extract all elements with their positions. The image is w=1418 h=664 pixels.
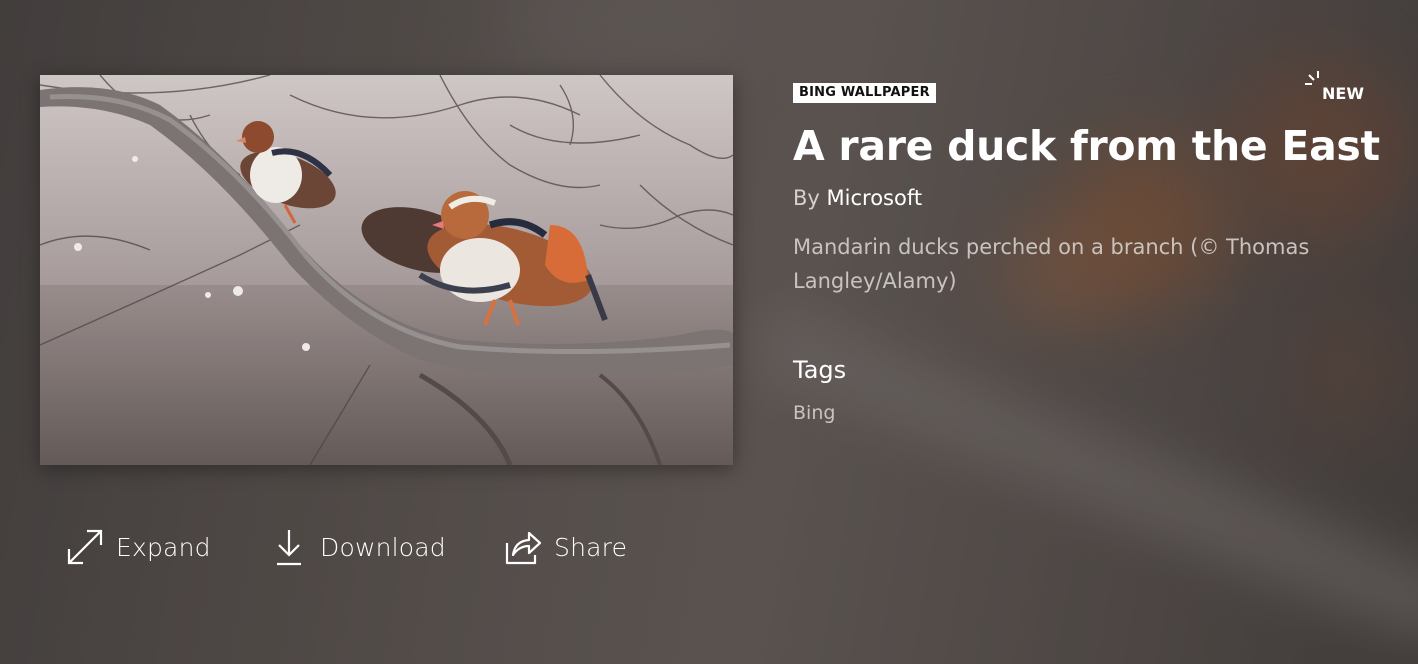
mandarin-ducks-photo — [40, 75, 733, 465]
tags-heading: Tags — [793, 356, 847, 384]
download-button[interactable]: Download — [268, 520, 446, 574]
wallpaper-title: A rare duck from the East — [793, 122, 1380, 170]
new-label: NEW — [1322, 84, 1364, 103]
byline: By Microsoft — [793, 186, 922, 210]
by-prefix: By — [793, 186, 820, 210]
expand-button[interactable]: Expand — [64, 520, 211, 574]
expand-icon — [64, 526, 106, 568]
image-caption: Mandarin ducks perched on a branch (© Th… — [793, 235, 1310, 293]
share-button[interactable]: Share — [502, 520, 627, 574]
new-badge: NEW — [1304, 70, 1366, 104]
download-label: Download — [320, 532, 446, 562]
download-icon — [268, 526, 310, 568]
wallpaper-thumbnail[interactable] — [40, 75, 733, 465]
share-label: Share — [554, 532, 628, 562]
expand-label: Expand — [116, 532, 211, 562]
tag-bing[interactable]: Bing — [793, 402, 835, 424]
author-link[interactable]: Microsoft — [827, 186, 923, 210]
share-icon — [502, 526, 544, 568]
category-badge: BING WALLPAPER — [793, 83, 936, 103]
